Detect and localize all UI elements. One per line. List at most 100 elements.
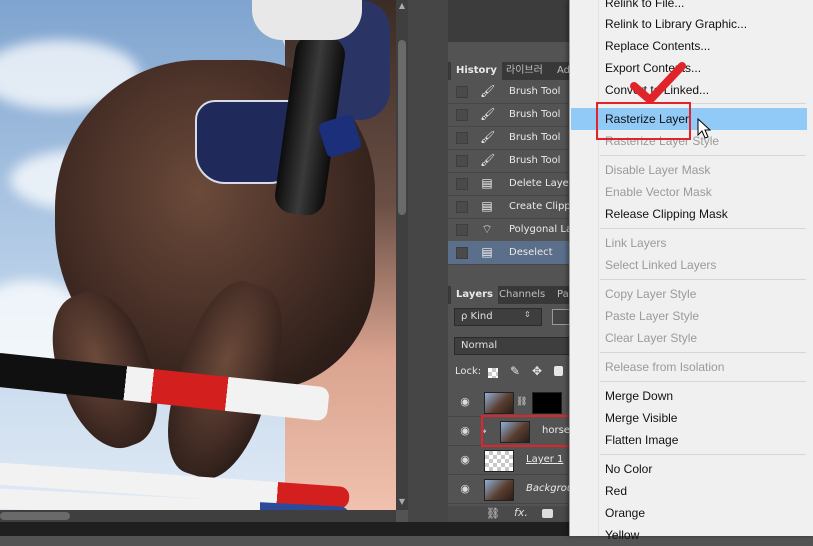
history-step-label: Brush Tool — [509, 132, 561, 143]
layer-name: Layer 1 — [526, 454, 564, 465]
menu-item-enable-vector-mask[interactable]: Enable Vector Mask — [571, 181, 807, 203]
tab-history[interactable]: History — [451, 62, 502, 80]
menu-item-select-linked-layers[interactable]: Select Linked Layers — [571, 254, 807, 276]
menu-item-orange[interactable]: Orange — [571, 502, 807, 524]
history-step-label: Brush Tool — [509, 155, 561, 166]
document-icon: ▤ — [481, 176, 493, 190]
history-checkbox[interactable] — [456, 155, 468, 167]
history-checkbox[interactable] — [456, 247, 468, 259]
history-step[interactable]: 🖌 Brush Tool — [448, 103, 573, 127]
history-step[interactable]: ⌔ Polygonal Las — [448, 218, 577, 242]
menu-item-merge-down[interactable]: Merge Down — [571, 385, 807, 407]
menu-item-release-from-isolation[interactable]: Release from Isolation — [571, 356, 807, 378]
scroll-up-icon[interactable]: ▲ — [398, 2, 406, 10]
menu-separator — [600, 228, 806, 229]
blend-mode-select[interactable]: Normal — [454, 337, 572, 355]
document-icon: ▤ — [481, 245, 493, 259]
menu-item-replace-contents[interactable]: Replace Contents... — [571, 35, 807, 57]
layer-name: Backgrou — [526, 483, 574, 494]
fx-icon[interactable]: fx. — [514, 506, 528, 519]
history-step-selected[interactable]: ▤ Deselect — [448, 241, 573, 265]
polygonal-lasso-icon: ⌔ — [481, 222, 493, 236]
brush-icon: 🖌 — [480, 84, 496, 98]
layer-context-menu: Relink to File... Relink to Library Grap… — [569, 0, 813, 542]
lock-label: Lock: — [455, 366, 482, 377]
history-checkbox[interactable] — [456, 86, 468, 98]
menu-item-yellow[interactable]: Yellow — [571, 524, 807, 546]
layer-row[interactable]: ◉ Layer 1 — [448, 446, 573, 475]
scrollbar-thumb[interactable] — [398, 40, 406, 215]
layer-row[interactable]: ◉ ⛓ — [448, 388, 573, 417]
annotation-highlight-box — [481, 415, 574, 447]
tab-libraries[interactable]: 라이브러 — [501, 62, 548, 80]
menu-item-no-color[interactable]: No Color — [571, 458, 807, 480]
document-canvas[interactable] — [0, 0, 396, 510]
history-step[interactable]: ▤ Delete Layer — [448, 172, 573, 196]
eye-icon[interactable]: ◉ — [458, 395, 472, 409]
tab-layers[interactable]: Layers — [451, 286, 498, 304]
history-checkbox[interactable] — [456, 132, 468, 144]
brush-icon: 🖌 — [480, 130, 496, 144]
layer-row[interactable]: ◉ Backgrou — [448, 475, 573, 504]
mask-icon[interactable] — [542, 509, 553, 518]
eye-icon[interactable]: ◉ — [458, 453, 472, 467]
menu-item-convert-to-linked[interactable]: Convert to Linked... — [571, 79, 807, 101]
history-checkbox[interactable] — [456, 109, 468, 121]
history-step[interactable]: 🖌 Brush Tool — [448, 149, 573, 173]
layer-thumbnail — [484, 479, 514, 501]
checkmark-annotation-icon — [630, 62, 686, 104]
layer-mask-thumbnail — [532, 392, 562, 414]
layer-thumbnail — [484, 392, 514, 414]
scrollbar-thumb[interactable] — [0, 512, 70, 520]
history-tabbar: History 라이브러 Ad — [448, 62, 573, 80]
history-step[interactable]: 🖌 Brush Tool — [448, 126, 573, 150]
menu-separator — [600, 279, 806, 280]
brush-icon: 🖌 — [480, 153, 496, 167]
history-step[interactable]: 🖌 Brush Tool — [448, 80, 573, 104]
menu-item-relink-to-file[interactable]: Relink to File... — [571, 0, 807, 14]
history-step-label: Brush Tool — [509, 109, 561, 120]
mouse-cursor-icon — [697, 118, 711, 139]
document-icon: ▤ — [481, 199, 493, 213]
brush-icon: 🖌 — [480, 107, 496, 121]
menu-item-clear-layer-style[interactable]: Clear Layer Style — [571, 327, 807, 349]
history-checkbox[interactable] — [456, 201, 468, 213]
panel-gutter — [408, 0, 448, 522]
lock-position-icon[interactable]: ✥ — [532, 364, 542, 378]
history-checkbox[interactable] — [456, 224, 468, 236]
image-filter-icon[interactable] — [552, 309, 570, 325]
link-icon[interactable]: ⛓ — [486, 507, 500, 520]
menu-item-flatten-image[interactable]: Flatten Image — [571, 429, 807, 451]
history-checkbox[interactable] — [456, 178, 468, 190]
menu-separator — [600, 352, 806, 353]
menu-item-red[interactable]: Red — [571, 480, 807, 502]
history-step-label: Polygonal Las — [509, 224, 578, 235]
tab-channels[interactable]: Channels — [494, 286, 550, 304]
history-step-label: Delete Layer — [509, 178, 573, 189]
menu-item-copy-layer-style[interactable]: Copy Layer Style — [571, 283, 807, 305]
eye-icon[interactable]: ◉ — [458, 482, 472, 496]
canvas-horizontal-scrollbar[interactable] — [0, 510, 396, 522]
menu-item-disable-layer-mask[interactable]: Disable Layer Mask — [571, 159, 807, 181]
lock-transparent-icon[interactable] — [488, 368, 498, 378]
menu-item-release-clipping-mask[interactable]: Release Clipping Mask — [571, 203, 807, 225]
lock-all-icon[interactable] — [554, 366, 563, 376]
menu-item-paste-layer-style[interactable]: Paste Layer Style — [571, 305, 807, 327]
menu-item-link-layers[interactable]: Link Layers — [571, 232, 807, 254]
chevron-updown-icon: ⇕ — [524, 310, 531, 319]
scroll-down-icon[interactable]: ▼ — [398, 498, 406, 506]
menu-separator — [600, 155, 806, 156]
history-step[interactable]: ▤ Create Clippin — [448, 195, 580, 219]
history-step-label: Deselect — [509, 247, 553, 258]
eye-icon[interactable]: ◉ — [458, 424, 472, 438]
menu-item-relink-to-library-graphic[interactable]: Relink to Library Graphic... — [571, 13, 807, 35]
canvas-vertical-scrollbar[interactable]: ▲ ▼ — [396, 0, 408, 510]
lock-paint-icon[interactable]: ✎ — [510, 364, 520, 378]
layer-thumbnail — [484, 450, 514, 472]
menu-item-merge-visible[interactable]: Merge Visible — [571, 407, 807, 429]
menu-item-export-contents[interactable]: Export Contents... — [571, 57, 807, 79]
rider-pants — [252, 0, 362, 40]
menu-separator — [600, 454, 806, 455]
layers-tabbar: Layers Channels Pa — [448, 286, 573, 304]
chain-link-icon[interactable]: ⛓ — [516, 397, 527, 407]
